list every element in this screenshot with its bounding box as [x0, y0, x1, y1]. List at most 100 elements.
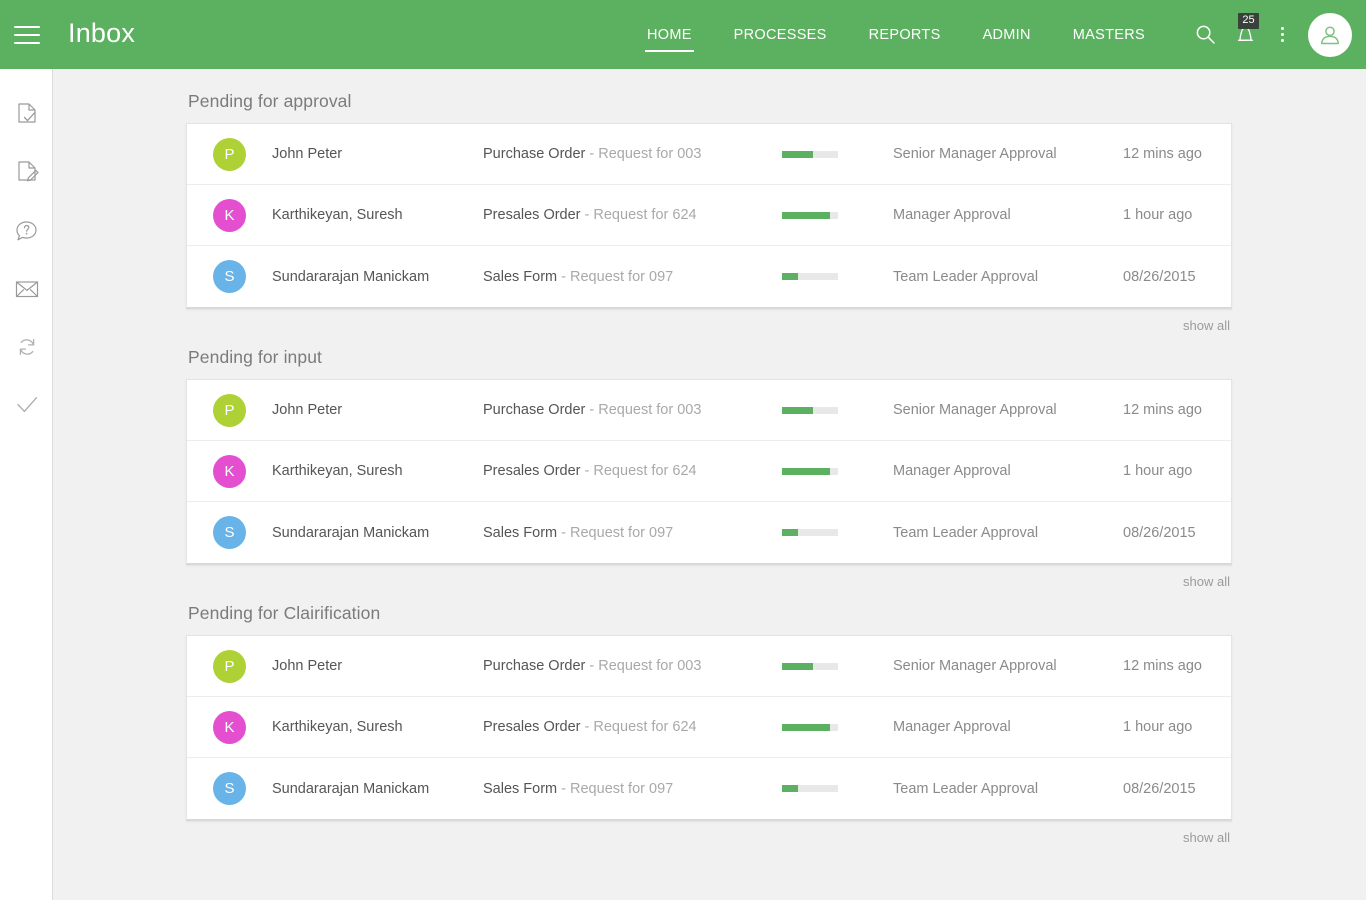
- table-row[interactable]: S Sundararajan Manickam Sales Form - Req…: [187, 502, 1231, 563]
- progress-bar: [782, 785, 838, 792]
- row-timestamp: 1 hour ago: [1123, 207, 1193, 223]
- table-row[interactable]: S Sundararajan Manickam Sales Form - Req…: [187, 246, 1231, 307]
- row-timestamp: 12 mins ago: [1123, 658, 1202, 674]
- row-avatar: S: [187, 772, 272, 805]
- progress-fill: [782, 529, 798, 536]
- show-all-link[interactable]: show all: [186, 309, 1232, 347]
- page-title: Inbox: [68, 18, 136, 48]
- row-requester: Sundararajan Manickam: [272, 268, 430, 285]
- progress-fill: [782, 211, 831, 219]
- task-card: P John Peter Purchase Order - Request fo…: [186, 379, 1232, 565]
- table-row[interactable]: S Sundararajan Manickam Sales Form - Req…: [187, 758, 1231, 819]
- show-all-link[interactable]: show all: [186, 821, 1232, 859]
- row-document-ref: - Request for 003: [585, 658, 702, 674]
- row-timestamp: 12 mins ago: [1123, 146, 1202, 162]
- progress-fill: [782, 662, 813, 670]
- envelope-icon: [15, 281, 38, 298]
- header-tools: 25: [1188, 0, 1352, 69]
- row-document-type: Sales Form: [483, 524, 558, 541]
- row-stage: Manager Approval: [893, 719, 1011, 735]
- row-document-ref: - Request for 003: [585, 402, 702, 418]
- left-icon-rail: [0, 69, 53, 900]
- row-document: Purchase Order - Request for 003: [483, 658, 768, 674]
- user-avatar[interactable]: [1308, 12, 1352, 57]
- rail-item-refresh[interactable]: [0, 318, 53, 376]
- row-document-type: Purchase Order: [483, 658, 586, 674]
- row-document-type: Sales Form: [483, 780, 558, 797]
- row-progress: [768, 273, 893, 280]
- progress-fill: [782, 785, 798, 792]
- row-progress: [768, 662, 893, 670]
- row-avatar: P: [187, 393, 272, 427]
- show-all-link[interactable]: show all: [186, 565, 1232, 603]
- row-requester: John Peter: [272, 658, 343, 674]
- document-edit-icon: [17, 161, 39, 182]
- table-row[interactable]: K Karthikeyan, Suresh Presales Order - R…: [187, 441, 1231, 502]
- notifications-button[interactable]: 25: [1228, 12, 1262, 55]
- document-check-icon: [17, 103, 36, 123]
- progress-fill: [782, 406, 813, 414]
- rail-item-clarification[interactable]: [0, 202, 53, 260]
- row-timestamp: 12 mins ago: [1123, 402, 1202, 418]
- progress-bar: [782, 662, 838, 670]
- nav-item-reports[interactable]: REPORTS: [867, 21, 943, 49]
- row-requester: John Peter: [272, 402, 343, 418]
- table-row[interactable]: K Karthikeyan, Suresh Presales Order - R…: [187, 185, 1231, 246]
- row-progress: [768, 529, 893, 536]
- progress-bar: [782, 529, 838, 536]
- row-stage: Team Leader Approval: [893, 524, 1039, 541]
- row-stage: Team Leader Approval: [893, 780, 1039, 797]
- section-pending-clarification: Pending for Clairification P John Peter …: [186, 603, 1232, 859]
- hamburger-icon[interactable]: [14, 25, 40, 44]
- progress-bar: [782, 150, 838, 158]
- search-icon[interactable]: [1188, 15, 1222, 55]
- progress-bar: [782, 723, 838, 731]
- nav-item-masters[interactable]: MASTERS: [1071, 21, 1147, 49]
- row-avatar: K: [187, 454, 272, 488]
- refresh-icon: [19, 338, 34, 356]
- avatar: S: [213, 516, 246, 549]
- table-row[interactable]: P John Peter Purchase Order - Request fo…: [187, 124, 1231, 185]
- progress-fill: [782, 273, 798, 280]
- nav-item-admin[interactable]: ADMIN: [981, 21, 1033, 49]
- show-all-label: show all: [1183, 830, 1230, 845]
- row-requester: Karthikeyan, Suresh: [272, 719, 403, 735]
- avatar: K: [213, 454, 246, 488]
- row-document: Purchase Order - Request for 003: [483, 402, 768, 418]
- row-document: Presales Order - Request for 624: [483, 207, 768, 223]
- nav-item-processes[interactable]: PROCESSES: [732, 21, 829, 49]
- kebab-dot: [1280, 39, 1284, 42]
- main-nav: HOME PROCESSES REPORTS ADMIN MASTERS: [626, 0, 1166, 69]
- table-row[interactable]: K Karthikeyan, Suresh Presales Order - R…: [187, 697, 1231, 758]
- row-document: Purchase Order - Request for 003: [483, 146, 768, 162]
- kebab-menu-icon[interactable]: [1270, 18, 1294, 52]
- hamburger-bar: [14, 25, 40, 28]
- rail-item-approval[interactable]: [0, 86, 53, 144]
- row-avatar: K: [187, 710, 272, 744]
- row-document-type: Presales Order: [483, 463, 581, 479]
- row-document-ref: - Request for 624: [580, 463, 697, 479]
- row-document-ref: - Request for 097: [557, 268, 674, 285]
- row-stage: Senior Manager Approval: [893, 146, 1057, 162]
- checkmark-icon: [16, 397, 37, 413]
- table-row[interactable]: P John Peter Purchase Order - Request fo…: [187, 636, 1231, 697]
- row-document-ref: - Request for 003: [585, 146, 702, 162]
- nav-item-home[interactable]: HOME: [644, 21, 694, 52]
- section-title: Pending for input: [188, 347, 323, 367]
- table-row[interactable]: P John Peter Purchase Order - Request fo…: [187, 380, 1231, 441]
- progress-fill: [782, 467, 831, 475]
- row-document-type: Purchase Order: [483, 402, 586, 418]
- row-document-type: Presales Order: [483, 207, 581, 223]
- row-document: Sales Form - Request for 097: [483, 269, 768, 285]
- row-progress: [768, 785, 893, 792]
- row-requester: John Peter: [272, 146, 343, 162]
- rail-item-done[interactable]: [0, 376, 53, 434]
- app-header: Inbox HOME PROCESSES REPORTS ADMIN MASTE…: [0, 0, 1366, 69]
- rail-item-input[interactable]: [0, 144, 53, 202]
- row-document: Presales Order - Request for 624: [483, 719, 768, 735]
- avatar: S: [213, 772, 246, 805]
- rail-item-mail[interactable]: [0, 260, 53, 318]
- row-progress: [768, 406, 893, 414]
- task-card: P John Peter Purchase Order - Request fo…: [186, 635, 1232, 821]
- row-stage: Senior Manager Approval: [893, 658, 1057, 674]
